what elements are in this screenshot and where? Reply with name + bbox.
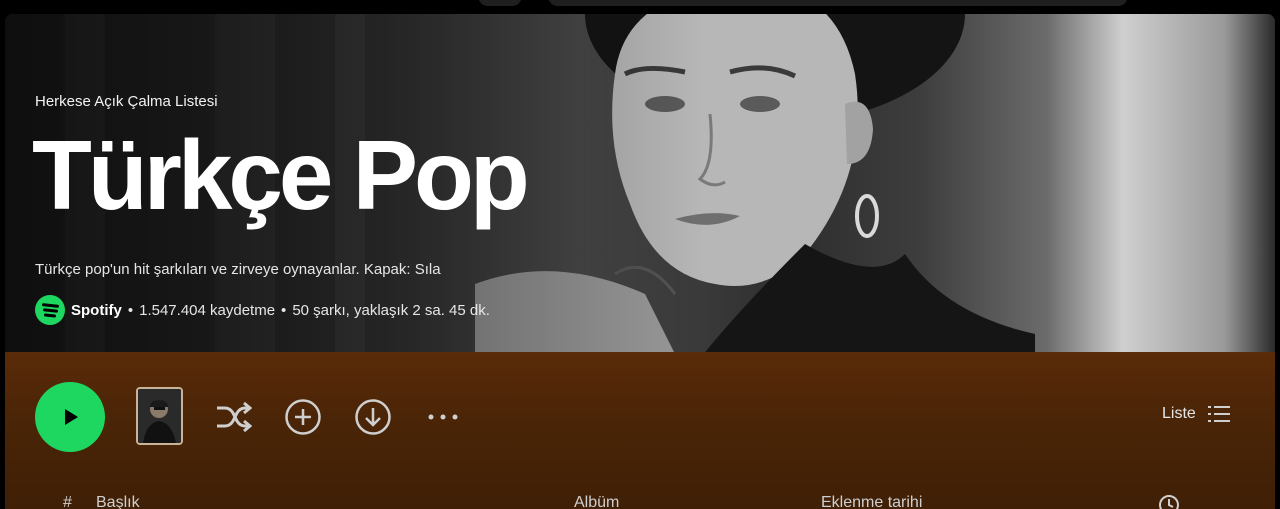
download-icon: [355, 399, 391, 435]
column-number: #: [63, 494, 72, 509]
nav-button[interactable]: [478, 0, 522, 6]
search-bar[interactable]: [548, 0, 1128, 6]
play-icon: [65, 409, 78, 425]
playlist-description: Türkçe pop'un hit şarkıları ve zirveye o…: [35, 261, 441, 278]
list-icon: [1207, 406, 1230, 422]
add-to-library-button[interactable]: [284, 398, 322, 436]
column-album[interactable]: Albüm: [574, 494, 619, 509]
save-count: 1.547.404 kaydetme: [139, 301, 276, 319]
play-button[interactable]: [35, 382, 105, 452]
spotify-logo-icon[interactable]: [35, 295, 65, 325]
view-mode-label: Liste: [1162, 405, 1196, 422]
action-bar: Liste # Başlık Albüm Eklenme tarihi: [5, 352, 1275, 509]
playlist-meta: Spotify • 1.547.404 kaydetme • 50 şarkı,…: [35, 295, 490, 325]
playlist-type-label: Herkese Açık Çalma Listesi: [35, 93, 218, 110]
playlist-summary: 50 şarkı, yaklaşık 2 sa. 45 dk.: [292, 301, 490, 319]
more-options-button[interactable]: [424, 398, 462, 436]
playlist-title: Türkçe Pop: [32, 120, 530, 230]
more-icon: [428, 414, 458, 420]
clock-icon[interactable]: [1158, 494, 1180, 509]
shuffle-button[interactable]: [214, 398, 252, 436]
meta-separator: •: [127, 301, 134, 319]
column-date-added[interactable]: Eklenme tarihi: [821, 494, 922, 509]
playlist-owner-link[interactable]: Spotify: [71, 302, 122, 319]
video-preview-thumbnail[interactable]: [136, 387, 183, 445]
window-top-bar: [0, 0, 1280, 14]
main-panel: Herkese Açık Çalma Listesi Türkçe Pop Tü…: [5, 14, 1275, 509]
shuffle-icon: [217, 401, 252, 433]
view-mode-toggle[interactable]: Liste: [1162, 405, 1230, 423]
meta-separator: •: [281, 301, 287, 319]
preview-image: [138, 389, 181, 443]
add-circle-icon: [285, 399, 321, 435]
playlist-header: Herkese Açık Çalma Listesi Türkçe Pop Tü…: [5, 14, 1275, 352]
column-title[interactable]: Başlık: [96, 494, 140, 509]
track-table-header: # Başlık Albüm Eklenme tarihi: [5, 492, 1275, 509]
download-button[interactable]: [354, 398, 392, 436]
